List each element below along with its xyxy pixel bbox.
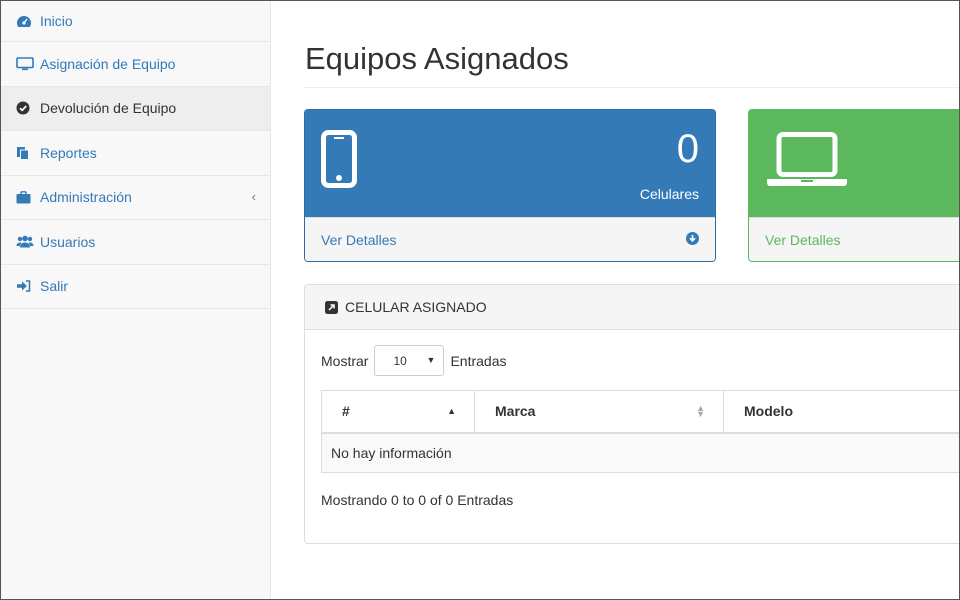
sidebar-item-salir[interactable]: Salir xyxy=(1,265,270,309)
sidebar-item-reportes[interactable]: Reportes xyxy=(1,131,270,176)
sidebar-item-label: Usuarios xyxy=(40,233,96,250)
sidebar-item-usuarios[interactable]: Usuarios xyxy=(1,220,270,265)
check-circle-icon xyxy=(16,101,36,115)
briefcase-icon xyxy=(16,190,36,204)
laptops-card: Ver Detalles xyxy=(748,109,959,262)
column-header-number[interactable]: # ▲ xyxy=(321,390,475,434)
main-content: Equipos Asignados 0 Celulares Ver Detall… xyxy=(272,1,959,599)
mobile-phone-icon xyxy=(321,130,357,191)
sidebar-item-administracion[interactable]: Administración ‹ xyxy=(1,176,270,220)
details-label: Ver Detalles xyxy=(765,232,841,248)
sort-both-icon: ▲ ▼ xyxy=(696,403,705,420)
celulares-details-link[interactable]: Ver Detalles xyxy=(305,217,715,261)
laptop-icon xyxy=(765,132,849,193)
celulares-card-header: 0 Celulares xyxy=(305,110,715,217)
table-info: Mostrando 0 to 0 of 0 Entradas xyxy=(321,492,514,508)
sidebar-item-label: Reportes xyxy=(40,144,97,161)
chevron-left-icon[interactable]: ‹ xyxy=(252,189,256,204)
external-link-square-icon xyxy=(325,300,338,314)
desktop-icon xyxy=(16,56,36,71)
sidebar-item-label: Devolución de Equipo xyxy=(40,100,177,117)
users-icon xyxy=(16,235,36,249)
celulares-card: 0 Celulares Ver Detalles xyxy=(304,109,716,262)
entries-per-page-value: 10 xyxy=(393,353,407,368)
column-header-marca[interactable]: Marca ▲ ▼ xyxy=(474,390,724,434)
laptops-details-link[interactable]: Ver Detalles xyxy=(749,217,959,261)
celulares-count: 0 xyxy=(676,127,699,171)
celulares-label: Celulares xyxy=(639,186,699,202)
empty-table-message: No hay información xyxy=(321,432,959,473)
panel-heading: CELULAR ASIGNADO xyxy=(305,285,959,330)
table-header-row: # ▲ Marca ▲ ▼ Modelo xyxy=(321,390,959,434)
sidebar: Inicio Asignación de Equipo Devolución d… xyxy=(1,1,271,599)
arrow-circle-down-icon xyxy=(686,232,699,248)
entries-per-page-select[interactable]: 10 ▼ xyxy=(374,345,445,376)
laptops-card-header xyxy=(749,110,959,217)
sign-out-icon xyxy=(16,279,36,293)
title-divider xyxy=(304,87,959,88)
table-row: No hay información xyxy=(321,432,959,473)
sidebar-item-inicio[interactable]: Inicio xyxy=(1,1,270,42)
length-suffix: Entradas xyxy=(450,352,507,369)
caret-down-icon: ▼ xyxy=(426,355,436,365)
table-length-control: Mostrar 10 ▼ Entradas xyxy=(321,345,507,376)
details-label: Ver Detalles xyxy=(321,232,397,248)
sidebar-item-devolucion[interactable]: Devolución de Equipo xyxy=(1,86,270,131)
page-title: Equipos Asignados xyxy=(305,41,569,76)
app-window: Inicio Asignación de Equipo Devolución d… xyxy=(0,0,960,600)
data-table: # ▲ Marca ▲ ▼ Modelo No hay información xyxy=(321,390,959,473)
sidebar-item-label: Salir xyxy=(40,278,69,295)
panel-heading-text: CELULAR ASIGNADO xyxy=(345,299,487,315)
files-icon xyxy=(16,146,36,160)
celular-asignado-panel: CELULAR ASIGNADO Mostrar 10 ▼ Entradas #… xyxy=(304,284,959,544)
sidebar-item-label: Inicio xyxy=(40,13,73,29)
sort-asc-icon: ▲ xyxy=(447,406,456,417)
sidebar-item-asignacion[interactable]: Asignación de Equipo xyxy=(1,42,270,87)
column-header-modelo[interactable]: Modelo xyxy=(723,390,959,434)
length-prefix: Mostrar xyxy=(321,352,369,369)
dashboard-icon xyxy=(16,14,36,28)
sidebar-item-label: Asignación de Equipo xyxy=(40,55,176,72)
sidebar-item-label: Administración xyxy=(40,189,132,206)
